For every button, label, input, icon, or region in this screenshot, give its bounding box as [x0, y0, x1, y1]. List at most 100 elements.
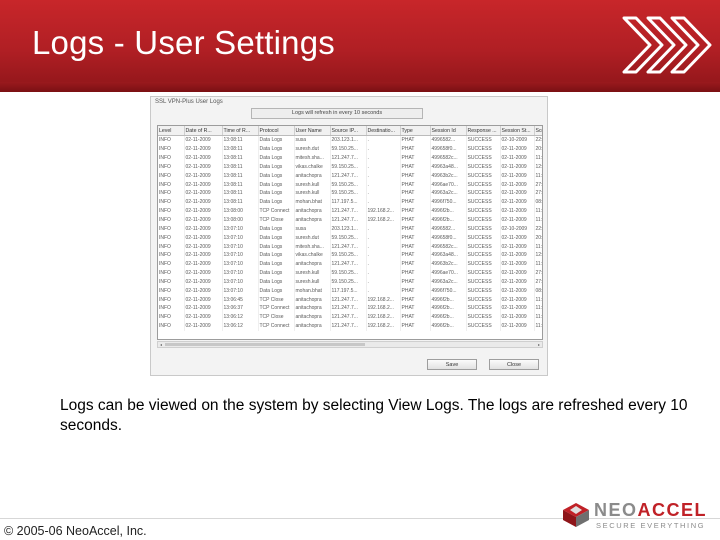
- table-cell: 02-11-2009: [184, 277, 223, 287]
- column-header[interactable]: Sco: [534, 126, 542, 136]
- table-header-row: Level Date of R... Time of R... Protocol Use…: [158, 126, 542, 136]
- table-cell: suresh.kull: [294, 277, 331, 287]
- table-cell: SUCCESS: [466, 233, 501, 243]
- table-row[interactable]: INFO 02-11-2009 13:06:37 TCP Connect anitach…: [158, 304, 542, 313]
- table-cell: TCP Connect: [258, 304, 295, 313]
- table-row[interactable]: INFO 02-11-2009 13:08:11 Data Logs anitachop…: [158, 171, 542, 181]
- table-row[interactable]: INFO 02-11-2009 13:06:45 TCP Close anitachop…: [158, 295, 542, 305]
- table-cell: INFO: [158, 277, 185, 287]
- table-cell: Data Logs: [258, 242, 295, 251]
- table-cell: vikas.chalke: [294, 250, 331, 260]
- table-cell: SUCCESS: [466, 321, 501, 331]
- table-cell: 02-11-2009: [184, 250, 223, 260]
- table-cell: 02-11-2009: [500, 153, 535, 163]
- table-cell: 4996f2b...: [430, 206, 467, 216]
- column-header[interactable]: Session St...: [500, 126, 535, 136]
- save-button[interactable]: Save: [427, 359, 477, 370]
- horizontal-scrollbar[interactable]: ◂ ▸: [157, 341, 543, 348]
- table-cell: 13:07:10: [222, 233, 259, 243]
- table-row[interactable]: INFO 02-11-2009 13:07:10 Data Logs mitesh.sh…: [158, 242, 542, 251]
- table-cell: 02-11-2009: [500, 295, 535, 305]
- table-row[interactable]: INFO 02-11-2009 13:08:11 Data Logs susa 203.1…: [158, 135, 542, 145]
- table-cell: 4996582c...: [430, 153, 467, 163]
- column-header[interactable]: Protocol: [258, 126, 295, 136]
- table-cell: 02-11-2009: [500, 189, 535, 198]
- table-cell: SUCCESS: [466, 242, 501, 251]
- table-cell: suresh.dut: [294, 144, 331, 154]
- table-cell: 02-11-2009: [500, 250, 535, 260]
- table-row[interactable]: INFO 02-11-2009 13:08:11 Data Logs suresh.ku…: [158, 189, 542, 198]
- table-cell: 117.197.5...: [330, 286, 367, 296]
- column-header[interactable]: Date of R...: [184, 126, 223, 136]
- table-cell: suresh.kull: [294, 180, 331, 190]
- table-cell: 13:07:10: [222, 224, 259, 234]
- table-row[interactable]: INFO 02-11-2009 13:06:12 TCP Close anitachop…: [158, 312, 542, 322]
- table-row[interactable]: INFO 02-11-2009 13:07:10 Data Logs susa 203.1…: [158, 224, 542, 234]
- table-cell: Data Logs: [258, 250, 295, 260]
- table-cell: INFO: [158, 268, 185, 278]
- table-row[interactable]: INFO 02-11-2009 13:07:10 Data Logs suresh.du…: [158, 233, 542, 243]
- table-cell: 4996f2b...: [430, 312, 467, 322]
- table-cell: 13:08:11: [222, 189, 259, 198]
- column-header[interactable]: Session Id: [430, 126, 467, 136]
- table-row[interactable]: INFO 02-11-2009 13:08:11 Data Logs mitesh.sh…: [158, 153, 542, 163]
- scroll-right-icon[interactable]: ▸: [536, 342, 542, 347]
- table-cell: .: [366, 189, 401, 198]
- table-cell: .: [366, 286, 401, 296]
- table-cell: 02-11-2009: [184, 162, 223, 172]
- table-cell: 02-11-2009: [500, 277, 535, 287]
- table-row[interactable]: INFO 02-11-2009 13:07:10 Data Logs mohan.bha…: [158, 286, 542, 296]
- table-cell: 27:2: [534, 277, 542, 287]
- table-row[interactable]: INFO 02-11-2009 13:06:12 TCP Connect anitach…: [158, 321, 542, 331]
- column-header[interactable]: Time of R...: [222, 126, 259, 136]
- table-cell: SUCCESS: [466, 224, 501, 234]
- table-cell: PHAT: [400, 189, 431, 198]
- table-cell: 02-11-2009: [184, 233, 223, 243]
- table-row[interactable]: INFO 02-11-2009 13:08:11 Data Logs suresh.ku…: [158, 180, 542, 190]
- table-row[interactable]: INFO 02-11-2009 13:07:10 Data Logs anitachop…: [158, 259, 542, 269]
- table-cell: INFO: [158, 215, 185, 225]
- table-row[interactable]: INFO 02-11-2009 13:08:00 TCP Connect anitach…: [158, 206, 542, 216]
- table-cell: PHAT: [400, 312, 431, 322]
- table-cell: 02-11-2009: [184, 197, 223, 207]
- table-row[interactable]: INFO 02-11-2009 13:08:11 Data Logs mohan.bha…: [158, 197, 542, 207]
- table-cell: INFO: [158, 135, 185, 145]
- table-cell: vikas.chalke: [294, 162, 331, 172]
- table-cell: 13:06:12: [222, 312, 259, 322]
- table-cell: 49963b2c...: [430, 259, 467, 269]
- table-cell: TCP Close: [258, 295, 295, 305]
- table-row[interactable]: INFO 02-11-2009 13:08:11 Data Logs vikas.cha…: [158, 162, 542, 172]
- table-cell: 13:06:12: [222, 321, 259, 331]
- table-cell: 121.247.7...: [330, 312, 367, 322]
- table-row[interactable]: INFO 02-11-2009 13:07:10 Data Logs suresh.ku…: [158, 268, 542, 278]
- table-cell: PHAT: [400, 259, 431, 269]
- table-cell: anitachopra: [294, 304, 331, 313]
- column-header[interactable]: User Name: [294, 126, 331, 136]
- table-row[interactable]: INFO 02-11-2009 13:07:10 Data Logs suresh.ku…: [158, 277, 542, 287]
- neoaccel-logo-icon: [563, 503, 589, 527]
- column-header[interactable]: Destinatio...: [366, 126, 401, 136]
- table-cell: 12:3: [534, 250, 542, 260]
- scroll-left-icon[interactable]: ◂: [158, 342, 164, 347]
- close-button[interactable]: Close: [489, 359, 539, 370]
- table-row[interactable]: INFO 02-11-2009 13:08:11 Data Logs suresh.du…: [158, 144, 542, 154]
- table-cell: PHAT: [400, 304, 431, 313]
- table-cell: 02-11-2009: [184, 321, 223, 331]
- table-cell: INFO: [158, 162, 185, 172]
- table-row[interactable]: INFO 02-11-2009 13:07:10 Data Logs vikas.cha…: [158, 250, 542, 260]
- refresh-notice: Logs will refresh in every 10 seconds: [251, 108, 423, 119]
- table-cell: 02-11-2009: [500, 206, 535, 216]
- scrollbar-thumb[interactable]: [165, 343, 365, 346]
- column-header[interactable]: Level: [158, 126, 185, 136]
- table-cell: 59.150.25...: [330, 233, 367, 243]
- column-header[interactable]: Type: [400, 126, 431, 136]
- table-cell: 02-11-2009: [184, 189, 223, 198]
- table-cell: Data Logs: [258, 189, 295, 198]
- table-cell: PHAT: [400, 206, 431, 216]
- column-header[interactable]: Source IP...: [330, 126, 367, 136]
- table-cell: 22:4: [534, 135, 542, 145]
- table-cell: 12:3: [534, 162, 542, 172]
- table-row[interactable]: INFO 02-11-2009 13:08:00 TCP Close anitachop…: [158, 215, 542, 225]
- column-header[interactable]: Response ...: [466, 126, 501, 136]
- table-cell: PHAT: [400, 268, 431, 278]
